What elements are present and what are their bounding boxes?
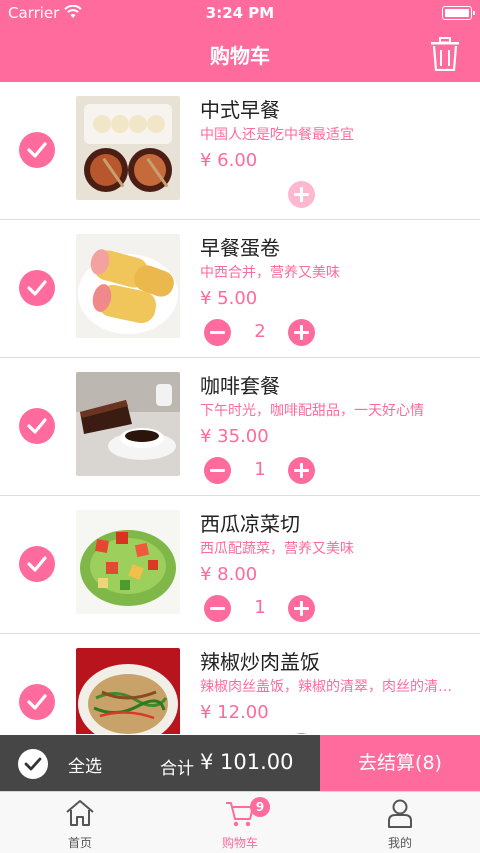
checkout-summary: 全选 合计 ¥ 101.00 <box>0 735 320 791</box>
clock: 3:24 PM <box>205 4 275 22</box>
quantity-stepper: 1 <box>204 595 324 623</box>
tab-label: 首页 <box>67 836 92 850</box>
product-name: 辣椒炒肉盖饭 <box>200 650 320 674</box>
cart-count-badge: 9 <box>250 797 270 817</box>
cart-list[interactable]: 中式早餐 中国人还是吃中餐最适宜 ¥ 6.00 早餐蛋卷 中西合并，营养又美味 … <box>0 82 480 734</box>
cart-item: 西瓜凉菜切 西瓜配蔬菜，营养又美味 ¥ 8.00 1 <box>0 496 480 634</box>
battery-icon <box>442 6 475 20</box>
decrement-button[interactable] <box>204 457 231 484</box>
checkout-button[interactable]: 去结算(8) <box>320 735 480 791</box>
quantity-value: 2 <box>254 321 266 342</box>
increment-button[interactable] <box>288 457 315 484</box>
tab-bar: 首页 9 购物车 我的 <box>0 791 480 853</box>
product-image <box>76 648 180 734</box>
quantity-stepper: 2 <box>204 319 324 347</box>
increment-button[interactable] <box>288 319 315 346</box>
product-name: 中式早餐 <box>200 98 280 122</box>
page-title: 购物车 <box>210 44 270 68</box>
product-description: 中国人还是吃中餐最适宜 <box>200 127 354 143</box>
tab-cart[interactable]: 9 购物车 <box>160 792 320 853</box>
product-name: 早餐蛋卷 <box>200 236 280 260</box>
cart-item: 辣椒炒肉盖饭 辣椒肉丝盖饭，辣椒的清翠，肉丝的清… ¥ 12.00 <box>0 634 480 734</box>
item-checkbox[interactable] <box>19 546 55 582</box>
total-amount: ¥ 101.00 <box>200 750 294 774</box>
product-price: ¥ 8.00 <box>200 564 258 585</box>
increment-button[interactable] <box>288 733 315 734</box>
product-image <box>76 234 180 338</box>
product-description: 中西合并，营养又美味 <box>200 265 340 281</box>
item-checkbox[interactable] <box>19 132 55 168</box>
select-all-checkbox[interactable] <box>18 749 48 779</box>
product-price: ¥ 12.00 <box>200 702 269 723</box>
checkout-bar: 全选 合计 ¥ 101.00 去结算(8) <box>0 735 480 791</box>
quantity-stepper <box>204 181 324 209</box>
user-icon <box>388 799 412 828</box>
item-checkbox[interactable] <box>19 270 55 306</box>
product-description: 辣椒肉丝盖饭，辣椒的清翠，肉丝的清… <box>200 679 452 695</box>
quantity-value: 1 <box>254 597 266 618</box>
product-name: 西瓜凉菜切 <box>200 512 300 536</box>
nav-bar: 购物车 <box>0 26 480 82</box>
decrement-button[interactable] <box>204 595 231 622</box>
product-description: 下午时光，咖啡配甜品，一天好心情 <box>200 403 424 419</box>
total-label: 合计 <box>160 759 194 779</box>
quantity-value: 1 <box>254 459 266 480</box>
cart-item: 咖啡套餐 下午时光，咖啡配甜品，一天好心情 ¥ 35.00 1 <box>0 358 480 496</box>
product-name: 咖啡套餐 <box>200 374 280 398</box>
tab-label: 我的 <box>387 836 412 850</box>
select-all-label[interactable]: 全选 <box>68 752 102 777</box>
item-checkbox[interactable] <box>19 408 55 444</box>
status-bar: Carrier 3:24 PM <box>0 0 480 26</box>
tab-profile[interactable]: 我的 <box>320 792 480 853</box>
product-price: ¥ 6.00 <box>200 150 258 171</box>
item-checkbox[interactable] <box>19 684 55 720</box>
product-description: 西瓜配蔬菜，营养又美味 <box>200 541 354 557</box>
quantity-stepper <box>204 733 324 734</box>
product-price: ¥ 5.00 <box>200 288 258 309</box>
product-image <box>76 510 180 614</box>
quantity-stepper: 1 <box>204 457 324 485</box>
cart-item: 早餐蛋卷 中西合并，营养又美味 ¥ 5.00 2 <box>0 220 480 358</box>
product-price: ¥ 35.00 <box>200 426 269 447</box>
home-icon <box>66 800 94 826</box>
tab-label: 购物车 <box>221 836 258 850</box>
product-image <box>76 372 180 476</box>
trash-icon[interactable] <box>430 37 460 72</box>
increment-button[interactable] <box>288 595 315 622</box>
increment-button[interactable] <box>288 181 315 208</box>
decrement-button[interactable] <box>204 319 231 346</box>
product-image <box>76 96 180 200</box>
tab-home[interactable]: 首页 <box>0 792 160 853</box>
cart-item: 中式早餐 中国人还是吃中餐最适宜 ¥ 6.00 <box>0 82 480 220</box>
